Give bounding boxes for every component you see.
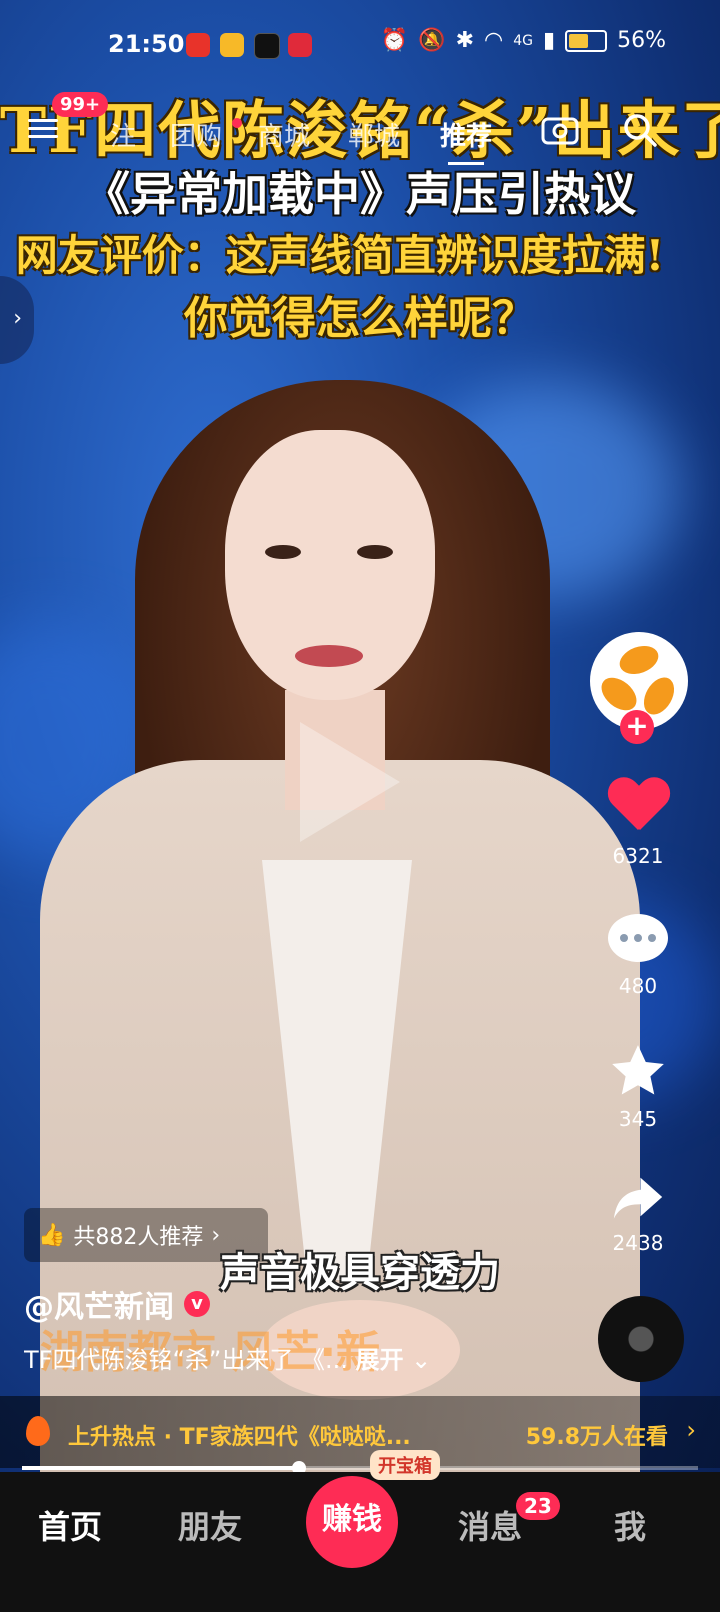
tab-recommend[interactable]: 推荐 xyxy=(440,116,492,165)
eye xyxy=(357,545,393,559)
tab-local[interactable]: 郸城 xyxy=(348,116,400,153)
share-icon xyxy=(613,1177,663,1219)
tiktok-icon xyxy=(254,33,280,59)
messages-badge: 23 xyxy=(516,1492,560,1520)
network-label: 4G xyxy=(513,32,533,49)
favorite-count: 345 xyxy=(618,1107,658,1131)
description-text: TF四代陈浚铭“杀”出来了 《... xyxy=(24,1346,348,1374)
headline-line-2: 《异常加载中》声压引热议 xyxy=(84,167,636,221)
lips xyxy=(295,645,363,667)
hot-topic-bar[interactable]: 上升热点 · TF家族四代《哒哒哒... 59.8万人在看 › xyxy=(0,1396,720,1468)
battery-percent: 56% xyxy=(617,28,666,53)
top-nav: 99+ 注 团购 商城 郸城 推荐 xyxy=(0,92,720,165)
status-time: 21:50 xyxy=(108,30,185,58)
wifi-icon: ◠ xyxy=(484,28,504,53)
comment-count: 480 xyxy=(618,974,658,998)
tab-follow[interactable]: 注 xyxy=(110,116,136,153)
anchor-face xyxy=(225,430,435,700)
status-bar: 21:50 ⏰ 🔕 ✱ ◠ 4G ▮ 56% xyxy=(0,0,720,90)
app-icon xyxy=(220,33,244,57)
mute-icon: 🔕 xyxy=(418,28,446,53)
tab-me[interactable]: 我 xyxy=(614,1502,646,1548)
heart-icon xyxy=(608,778,668,834)
video-description[interactable]: TF四代陈浚铭“杀”出来了 《... 展开 ⌄ xyxy=(24,1340,494,1375)
tab-messages[interactable]: 消息 xyxy=(458,1502,522,1548)
camera-icon[interactable] xyxy=(540,110,580,150)
favorite-button[interactable]: 345 xyxy=(590,1040,686,1131)
play-icon[interactable] xyxy=(300,722,400,842)
app-icon xyxy=(288,33,312,57)
hot-viewer-count: 59.8万人在看 xyxy=(525,1425,668,1450)
video-progress-bar[interactable] xyxy=(22,1461,698,1475)
menu-icon[interactable] xyxy=(28,114,58,140)
headline-line-4: 你觉得怎么样呢？ xyxy=(184,293,536,344)
chevron-right-icon: › xyxy=(686,1416,696,1444)
alarm-icon: ⏰ xyxy=(380,28,409,53)
bottom-tab-bar: 首页 朋友 赚钱 开宝箱 消息 23 我 xyxy=(0,1450,720,1612)
earn-button[interactable]: 赚钱 xyxy=(306,1476,398,1568)
signal-icon: ▮ xyxy=(542,28,556,53)
red-dot xyxy=(232,118,242,128)
music-disc-icon[interactable] xyxy=(598,1296,684,1382)
bluetooth-icon: ✱ xyxy=(455,28,475,53)
weibo-icon xyxy=(186,33,210,57)
screen: TF四代陈浚铭“杀”出来了 《异常加载中》声压引热议 网友评价：这声线简直辨识度… xyxy=(0,0,720,1612)
tab-group-buy[interactable]: 团购 xyxy=(170,116,222,153)
star-icon xyxy=(612,1045,664,1095)
notification-badge: 99+ xyxy=(52,92,109,117)
battery-icon xyxy=(565,29,608,52)
expand-link[interactable]: 展开 xyxy=(356,1346,404,1374)
author-name: @风芒新闻 xyxy=(24,1290,174,1325)
chevron-down-icon: ⌄ xyxy=(411,1346,432,1374)
tab-mall[interactable]: 商城 xyxy=(258,116,310,153)
hot-topic-text: 上升热点 · TF家族四代《哒哒哒... xyxy=(68,1425,411,1450)
status-right: ⏰ 🔕 ✱ ◠ 4G ▮ 56% xyxy=(381,28,666,53)
tab-home[interactable]: 首页 xyxy=(38,1502,102,1548)
like-button[interactable]: 6321 xyxy=(590,778,686,868)
eye xyxy=(265,545,301,559)
follow-button[interactable]: + xyxy=(620,710,654,744)
chevron-right-icon: › xyxy=(13,306,22,331)
treasure-badge[interactable]: 开宝箱 xyxy=(370,1450,440,1480)
progress-fill xyxy=(22,1466,300,1470)
verified-icon: v xyxy=(184,1291,210,1317)
comment-icon xyxy=(608,914,668,962)
author-row[interactable]: @风芒新闻 v xyxy=(24,1282,210,1326)
headline-line-3: 网友评价：这声线简直辨识度拉满! xyxy=(15,231,665,280)
comment-button[interactable]: 480 xyxy=(590,914,686,998)
like-count: 6321 xyxy=(612,844,664,868)
tab-friends[interactable]: 朋友 xyxy=(178,1502,242,1548)
search-icon[interactable] xyxy=(620,110,660,150)
fire-icon xyxy=(26,1416,50,1446)
battery-fill xyxy=(569,33,589,48)
